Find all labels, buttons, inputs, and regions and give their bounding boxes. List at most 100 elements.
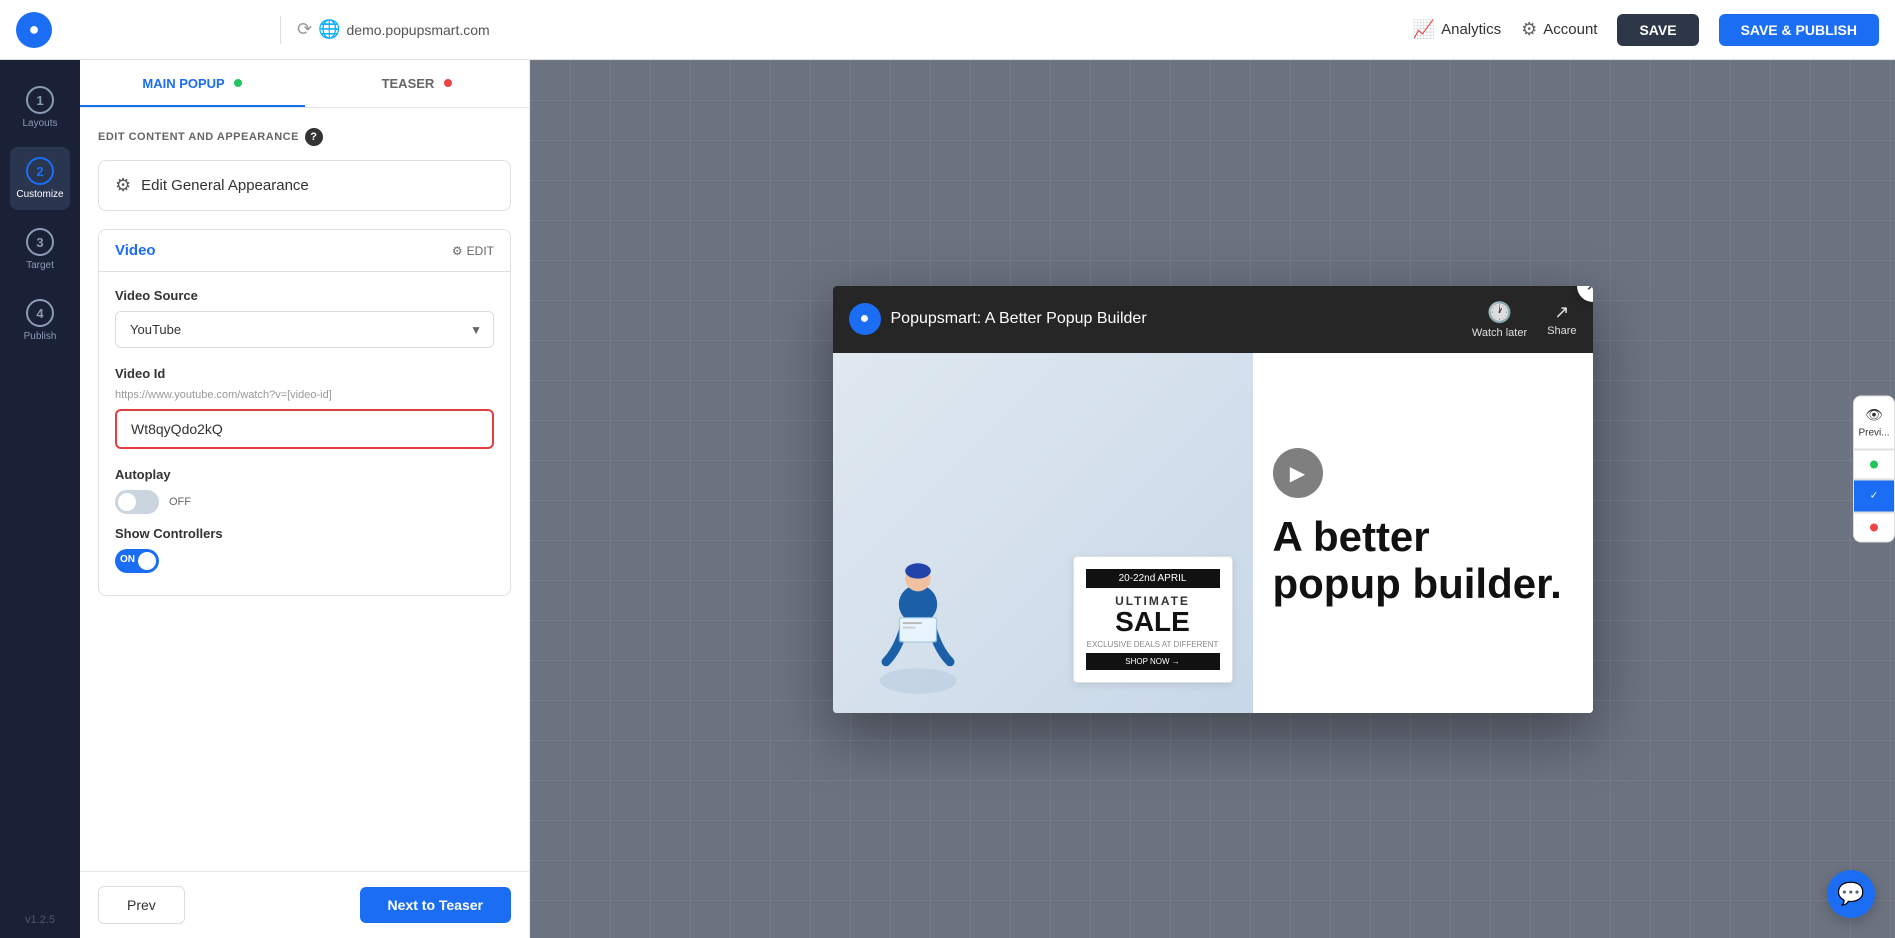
save-publish-button[interactable]: SAVE & PUBLISH [1719,14,1879,46]
sale-card-inner: 20-22nd APRIL ULTIMATE SALE EXCLUSIVE DE… [1073,556,1233,683]
video-edit-button[interactable]: ⚙ EDIT [452,244,494,258]
video-source-wrapper: YouTube Vimeo Custom ▼ [115,311,494,348]
toggle-on-text: ON [120,554,135,565]
sale-title: SALE [1086,608,1220,636]
step-num-3: 3 [26,228,54,256]
chat-button[interactable]: 💬 [1827,870,1875,918]
preview-toggle[interactable]: 👁 Previ... [1853,396,1895,450]
edit-general-appearance-button[interactable]: ⚙ Edit General Appearance [98,160,511,211]
panel-tabs: MAIN POPUP TEASER [80,60,529,108]
right-float-panel: 👁 Previ... ✓ [1853,396,1895,543]
section-label: EDIT CONTENT AND APPEARANCE ? [98,128,511,146]
video-source-label: Video Source [115,288,494,303]
step-label-customize: Customize [16,189,63,200]
inactive-red-dot [1870,524,1878,532]
popup-video-title: A better popup builder. [1273,514,1573,606]
sidebar-item-customize[interactable]: 2 Customize [10,147,70,210]
toggle-knob [118,493,136,511]
topbar: ● video popup ⟳ 🌐 demo.popupsmart.com 📈 … [0,0,1895,60]
sidebar-item-publish[interactable]: 4 Publish [10,289,70,352]
sidebar-item-layouts[interactable]: 1 Layouts [10,76,70,139]
globe-icon: 🌐 [318,19,340,40]
step-num-2: 2 [26,157,54,185]
step-num-4: 4 [26,299,54,327]
url-text: demo.popupsmart.com [347,22,490,38]
check-btn[interactable]: ✓ [1853,480,1895,513]
app-logo[interactable]: ● [16,12,52,48]
video-id-label: Video Id [115,366,494,381]
analytics-icon: 📈 [1413,19,1435,40]
watch-later-button[interactable]: 🕐 Watch later [1472,300,1527,339]
video-section-body: Video Source YouTube Vimeo Custom ▼ Vide… [99,271,510,595]
preview-label: Previ... [1858,428,1889,439]
autoplay-toggle-row: OFF [115,490,494,514]
video-id-input[interactable]: Wt8qyQdo2kQ [115,409,494,449]
section-label-text: EDIT CONTENT AND APPEARANCE [98,131,299,143]
sale-date: 20-22nd APRIL [1086,569,1220,588]
popup-video-left: 20-22nd APRIL ULTIMATE SALE EXCLUSIVE DE… [833,353,1253,713]
check-icon: ✓ [1870,491,1878,502]
show-controllers-toggle[interactable]: ON [115,549,159,573]
account-nav[interactable]: ⚙ Account [1521,19,1597,40]
share-label: Share [1547,325,1576,337]
popup-title: Popupsmart: A Better Popup Builder [891,310,1462,328]
popup-logo-icon: ● [860,310,870,328]
refresh-icon[interactable]: ⟳ [297,19,312,40]
topbar-right: 📈 Analytics ⚙ Account SAVE SAVE & PUBLIS… [1413,14,1879,46]
sidebar-item-target[interactable]: 3 Target [10,218,70,281]
analytics-nav[interactable]: 📈 Analytics [1413,19,1501,40]
gear-appearance-icon: ⚙ [115,175,131,196]
chat-icon: 💬 [1837,881,1864,907]
sale-btn: SHOP NOW → [1086,653,1220,670]
popup-logo: ● [849,303,881,335]
eye-icon: 👁 [1865,407,1883,424]
video-source-select[interactable]: YouTube Vimeo Custom [115,311,494,348]
active-green-dot [1870,461,1878,469]
popup-header: ● Popupsmart: A Better Popup Builder 🕐 W… [833,286,1593,353]
step-label-publish: Publish [24,331,57,342]
account-label: Account [1543,21,1597,38]
prev-button[interactable]: Prev [98,886,185,924]
video-edit-gear-icon: ⚙ [452,244,463,258]
tab-main-popup[interactable]: MAIN POPUP [80,60,305,107]
inactive-dot-btn[interactable] [1853,513,1895,543]
show-controllers-toggle-row: ON [115,549,494,573]
tab-teaser-dot [444,79,452,87]
active-dot-btn[interactable] [1853,450,1895,480]
panel-footer: Prev Next to Teaser [80,871,529,938]
toggle-on-knob [138,552,156,570]
video-title-line1: A better [1273,513,1430,560]
autoplay-toggle-label: OFF [169,496,191,508]
share-button[interactable]: ↗ Share [1547,302,1576,337]
left-sidebar: 1 Layouts 2 Customize 3 Target 4 Publish… [0,60,80,938]
version-label: v1.2.5 [25,914,55,926]
analytics-label: Analytics [1441,21,1501,38]
video-id-hint: https://www.youtube.com/watch?v=[video-i… [115,389,494,401]
step-label-layouts: Layouts [22,118,57,129]
sale-card: 20-22nd APRIL ULTIMATE SALE EXCLUSIVE DE… [1073,556,1233,693]
illustration-figure [853,553,983,713]
sale-subtitle: EXCLUSIVE DEALS AT DIFFERENT [1086,640,1220,649]
popup-preview: ✕ ● Popupsmart: A Better Popup Builder 🕐… [833,286,1593,713]
watch-later-icon: 🕐 [1487,300,1512,325]
divider [280,16,281,44]
save-button[interactable]: SAVE [1617,14,1698,46]
tab-main-dot [234,79,242,87]
search-input[interactable]: video popup [64,17,264,42]
tab-teaser-label: TEASER [382,76,435,91]
autoplay-label: Autoplay [115,467,494,482]
logo-icon: ● [29,19,40,40]
play-button[interactable]: ▶ [1273,448,1323,498]
video-title-line2: popup builder. [1273,560,1562,607]
autoplay-toggle[interactable] [115,490,159,514]
step-num-1: 1 [26,86,54,114]
tab-main-popup-label: MAIN POPUP [142,76,224,91]
next-to-teaser-button[interactable]: Next to Teaser [360,887,511,923]
settings-panel: MAIN POPUP TEASER EDIT CONTENT AND APPEA… [80,60,530,938]
tab-teaser[interactable]: TEASER [305,60,530,107]
appearance-btn-label: Edit General Appearance [141,177,309,194]
play-icon: ▶ [1290,461,1305,486]
show-controllers-label: Show Controllers [115,526,494,541]
help-icon[interactable]: ? [305,128,323,146]
step-label-target: Target [26,260,54,271]
